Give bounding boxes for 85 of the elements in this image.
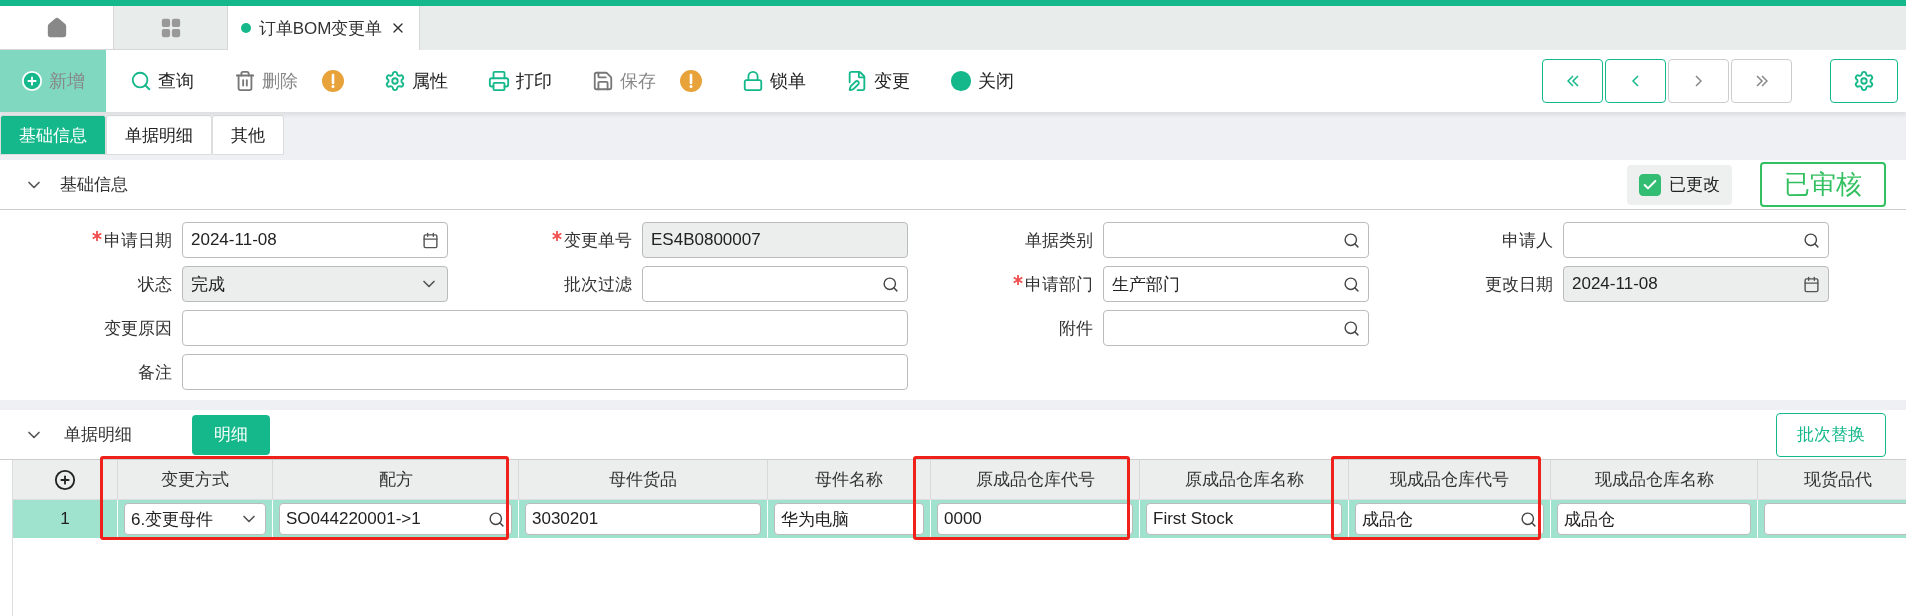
section-title: 单据明细 bbox=[64, 424, 132, 446]
select-field[interactable]: 6.变更母件 bbox=[124, 503, 266, 535]
toolbar-button[interactable]: 关闭 bbox=[950, 50, 1014, 112]
input-field[interactable] bbox=[1764, 503, 1906, 535]
input-field[interactable] bbox=[1103, 310, 1369, 346]
floppy-icon bbox=[592, 70, 614, 92]
trash-icon bbox=[234, 70, 256, 92]
toolbar-button[interactable]: 锁单 bbox=[742, 50, 806, 112]
gear-icon bbox=[384, 70, 406, 92]
input-field[interactable]: 成品仓 bbox=[1355, 503, 1544, 535]
input-field[interactable] bbox=[182, 310, 908, 346]
double-chevron-right-icon bbox=[1755, 75, 1768, 87]
grid-icon bbox=[159, 16, 182, 39]
nav-button[interactable] bbox=[1542, 59, 1603, 103]
input-field[interactable]: 生产部门 bbox=[1103, 266, 1369, 302]
toolbar-button[interactable]: 属性 bbox=[384, 50, 448, 112]
chevron-left-icon bbox=[1632, 75, 1639, 87]
status-dot bbox=[240, 23, 251, 33]
document-tab[interactable]: 订单BOM变更单 bbox=[228, 6, 420, 50]
column-header: 现成品仓库代号 bbox=[1349, 460, 1551, 499]
field-label: 更改日期 bbox=[1484, 273, 1554, 296]
date-field[interactable]: 2024-11-08 bbox=[182, 222, 448, 258]
input-field[interactable] bbox=[1103, 222, 1369, 258]
column-header: 变更方式 bbox=[118, 460, 273, 499]
input-field[interactable]: First Stock bbox=[1146, 503, 1342, 535]
nav-button[interactable] bbox=[1605, 59, 1666, 103]
input-field[interactable] bbox=[1563, 222, 1829, 258]
search-icon[interactable] bbox=[882, 275, 899, 293]
search-icon[interactable] bbox=[1343, 275, 1360, 293]
field-label: 单据类别 bbox=[1024, 229, 1094, 252]
page-tab[interactable]: 其他 bbox=[212, 115, 284, 155]
home-icon bbox=[45, 16, 68, 39]
search-icon[interactable] bbox=[1343, 319, 1360, 337]
search-icon[interactable] bbox=[1343, 231, 1360, 249]
plus-circle-icon bbox=[21, 70, 43, 92]
column-header: 母件货品 bbox=[519, 460, 768, 499]
section-title: 基础信息 bbox=[60, 174, 128, 196]
toolbar-button[interactable]: 查询 bbox=[130, 50, 194, 112]
field-label: 附件 bbox=[1058, 317, 1094, 340]
calendar-icon[interactable] bbox=[422, 231, 439, 249]
required-asterisk-icon bbox=[92, 230, 102, 241]
double-chevron-left-icon bbox=[1566, 75, 1579, 87]
column-header: 母件名称 bbox=[768, 460, 931, 499]
input-field[interactable]: SO044220001->1 bbox=[279, 503, 512, 535]
field-label: 变更单号 bbox=[448, 228, 642, 252]
lock-icon bbox=[742, 70, 764, 92]
field-label: 状态 bbox=[137, 273, 173, 296]
required-asterisk-icon bbox=[1013, 274, 1023, 285]
approved-stamp: 已审核 bbox=[1760, 162, 1886, 207]
checkbox-label: 已更改 bbox=[1669, 174, 1720, 196]
search-icon[interactable] bbox=[1520, 510, 1537, 528]
document-edit-icon bbox=[846, 70, 868, 92]
input-field[interactable] bbox=[182, 354, 908, 390]
printer-icon bbox=[488, 70, 510, 92]
field-label: 申请日期 bbox=[0, 228, 182, 252]
row-number: 1 bbox=[13, 500, 118, 538]
field-label: 备注 bbox=[137, 361, 173, 384]
input-field[interactable]: 0000 bbox=[937, 503, 1133, 535]
settings-button[interactable] bbox=[1830, 59, 1898, 103]
search-icon[interactable] bbox=[488, 510, 505, 528]
chevron-right-icon bbox=[1695, 75, 1702, 87]
column-header: 现货品代 bbox=[1758, 460, 1906, 499]
table-row[interactable]: 1 6.变更母件 SO044220001->1 3030201 华为电脑 0000 First Stock 成品仓 成品仓 bbox=[13, 500, 1906, 538]
changed-checkbox[interactable]: 已更改 bbox=[1627, 164, 1732, 205]
home-tab[interactable] bbox=[0, 6, 114, 50]
field-label: 申请人 bbox=[1501, 229, 1554, 252]
page-tab[interactable]: 单据明细 bbox=[106, 115, 212, 155]
input-field[interactable] bbox=[642, 266, 908, 302]
input-field[interactable]: 华为电脑 bbox=[774, 503, 924, 535]
plus-circle-icon bbox=[54, 468, 76, 491]
input-field[interactable]: 成品仓 bbox=[1557, 503, 1751, 535]
toolbar-button[interactable]: 变更 bbox=[846, 50, 910, 112]
column-header: 原成品仓库代号 bbox=[931, 460, 1140, 499]
search-icon[interactable] bbox=[1803, 231, 1820, 249]
settings-icon bbox=[1853, 70, 1875, 92]
field-label: 批次过滤 bbox=[563, 273, 633, 296]
field-label: 变更原因 bbox=[103, 317, 173, 340]
field-label: 申请部门 bbox=[908, 272, 1103, 296]
column-header: 配方 bbox=[273, 460, 519, 499]
required-asterisk-icon bbox=[552, 230, 562, 241]
input-field[interactable]: 3030201 bbox=[525, 503, 761, 535]
column-header: 现成品仓库名称 bbox=[1551, 460, 1758, 499]
column-header: 原成品仓库名称 bbox=[1140, 460, 1349, 499]
search-icon bbox=[130, 70, 152, 92]
toolbar-button[interactable]: 打印 bbox=[488, 50, 552, 112]
